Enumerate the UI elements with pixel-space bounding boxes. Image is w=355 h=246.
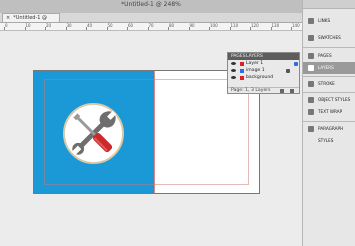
ruler-tick (65, 27, 67, 30)
new-layer-icon[interactable] (280, 89, 284, 93)
layer-color-swatch (240, 62, 244, 66)
layer-row[interactable]: background (228, 75, 299, 81)
stroke-icon (308, 81, 314, 87)
dock-divider (303, 92, 355, 93)
tab-layers[interactable]: LAYERS (246, 54, 263, 59)
dock-divider (303, 47, 355, 48)
ruler-label: 140 (292, 23, 300, 28)
eye-icon[interactable] (231, 62, 236, 65)
dock-item-links[interactable]: LINKS (303, 15, 355, 27)
document-tab[interactable]: ×*Untitled-1 @ 248% (2, 13, 60, 29)
ruler-tick (270, 27, 272, 30)
ruler-tick (106, 27, 108, 30)
dock-item-label: SWATCHES (318, 35, 341, 40)
links-icon (308, 18, 314, 24)
layers-panel-footer: Page: 1, 3 Layers (228, 87, 299, 93)
ruler-tick (147, 27, 149, 30)
layers-panel-header[interactable]: PAGES LAYERS (228, 53, 299, 60)
horizontal-ruler[interactable]: 0 10 20 30 40 50 60 70 80 90 100 110 120 130 140 (0, 23, 302, 31)
dock-item-label: PAGES (318, 53, 332, 58)
dock-item-swatches[interactable]: SWATCHES (303, 32, 355, 44)
dock-item-object-styles[interactable]: OBJECT STYLES (303, 94, 355, 106)
dock-item-label: PARAGRAPH STYLES (318, 126, 344, 143)
layer-row[interactable]: Layer 1 (228, 61, 299, 67)
layer-name: image 1 (246, 68, 265, 73)
wrench-screwdriver-icon[interactable] (62, 102, 125, 165)
dock-item-stroke[interactable]: STROKE (303, 78, 355, 90)
ruler-label: 40 (87, 23, 93, 28)
ruler-label: 100 (210, 23, 218, 28)
panel-dock: LINKS SWATCHES PAGES LAYERS STROKE OBJEC… (302, 0, 355, 246)
dock-item-label: OBJECT STYLES (318, 97, 351, 102)
dock-divider (303, 121, 355, 122)
ruler-label: 110 (230, 23, 239, 28)
layer-count-label: Page: 1, 3 Layers (231, 88, 271, 93)
ruler-tick (250, 27, 251, 30)
ruler-tick (45, 27, 46, 30)
window-title: *Untitled-1 @ 248% (121, 1, 181, 8)
lock-icon[interactable] (286, 69, 290, 73)
layers-panel[interactable]: PAGES LAYERS Layer 1 image 1 background … (227, 52, 300, 94)
ruler-tick (209, 27, 210, 30)
dock-item-pages[interactable]: PAGES (303, 50, 355, 62)
ruler-label: 90 (189, 23, 195, 28)
dock-item-label: STROKE (318, 81, 335, 86)
dock-item-label: LAYERS (318, 65, 334, 70)
layer-color-swatch (240, 69, 244, 73)
dock-item-text-wrap[interactable]: TEXT WRAP (303, 106, 355, 118)
ruler-tick (24, 27, 26, 30)
layer-name: Layer 1 (246, 61, 264, 66)
tab-pages[interactable]: PAGES (231, 54, 246, 59)
layer-name: background (246, 75, 274, 80)
eye-icon[interactable] (231, 76, 236, 79)
ruler-label: 120 (251, 23, 259, 28)
layer-row[interactable]: image 1 (228, 68, 299, 74)
window-titlebar: *Untitled-1 @ 248% (0, 0, 302, 13)
paragraph-styles-icon (308, 126, 314, 132)
pages-icon (308, 53, 314, 59)
delete-layer-icon[interactable] (290, 89, 294, 93)
text-wrap-icon (308, 109, 314, 115)
ruler-label: 70 (148, 23, 154, 28)
eye-icon[interactable] (231, 69, 236, 72)
dock-item-layers[interactable]: LAYERS (303, 62, 355, 74)
ruler-label: 0 (5, 23, 8, 28)
column-guide (154, 71, 155, 193)
layers-icon (308, 65, 314, 71)
ruler-tick (229, 27, 231, 30)
ruler-label: 50 (107, 23, 113, 28)
dock-grip[interactable] (303, 0, 355, 9)
swatches-icon (308, 35, 314, 41)
dock-item-label: LINKS (318, 18, 331, 23)
ruler-tick (4, 27, 5, 30)
ruler-tick (127, 27, 128, 30)
close-tab-icon[interactable]: × (6, 15, 10, 21)
document-page[interactable] (33, 70, 260, 194)
ruler-tick (291, 27, 292, 30)
ruler-tick (188, 27, 190, 30)
ruler-tick (168, 27, 169, 30)
ruler-label: 60 (128, 23, 134, 28)
ruler-label: 20 (46, 23, 52, 28)
selection-icon[interactable] (294, 62, 298, 66)
ruler-label: 10 (25, 23, 31, 28)
dock-divider (303, 76, 355, 77)
ruler-label: 80 (169, 23, 175, 28)
ruler-label: 30 (66, 23, 72, 28)
ruler-label: 130 (271, 23, 280, 28)
document-tab-bar: ×*Untitled-1 @ 248% (0, 13, 302, 29)
dock-item-label: TEXT WRAP (318, 109, 343, 114)
ruler-tick (86, 27, 87, 30)
object-styles-icon (308, 97, 314, 103)
layer-color-swatch (240, 76, 244, 80)
dock-item-paragraph-styles[interactable]: PARAGRAPH STYLES (303, 123, 355, 143)
